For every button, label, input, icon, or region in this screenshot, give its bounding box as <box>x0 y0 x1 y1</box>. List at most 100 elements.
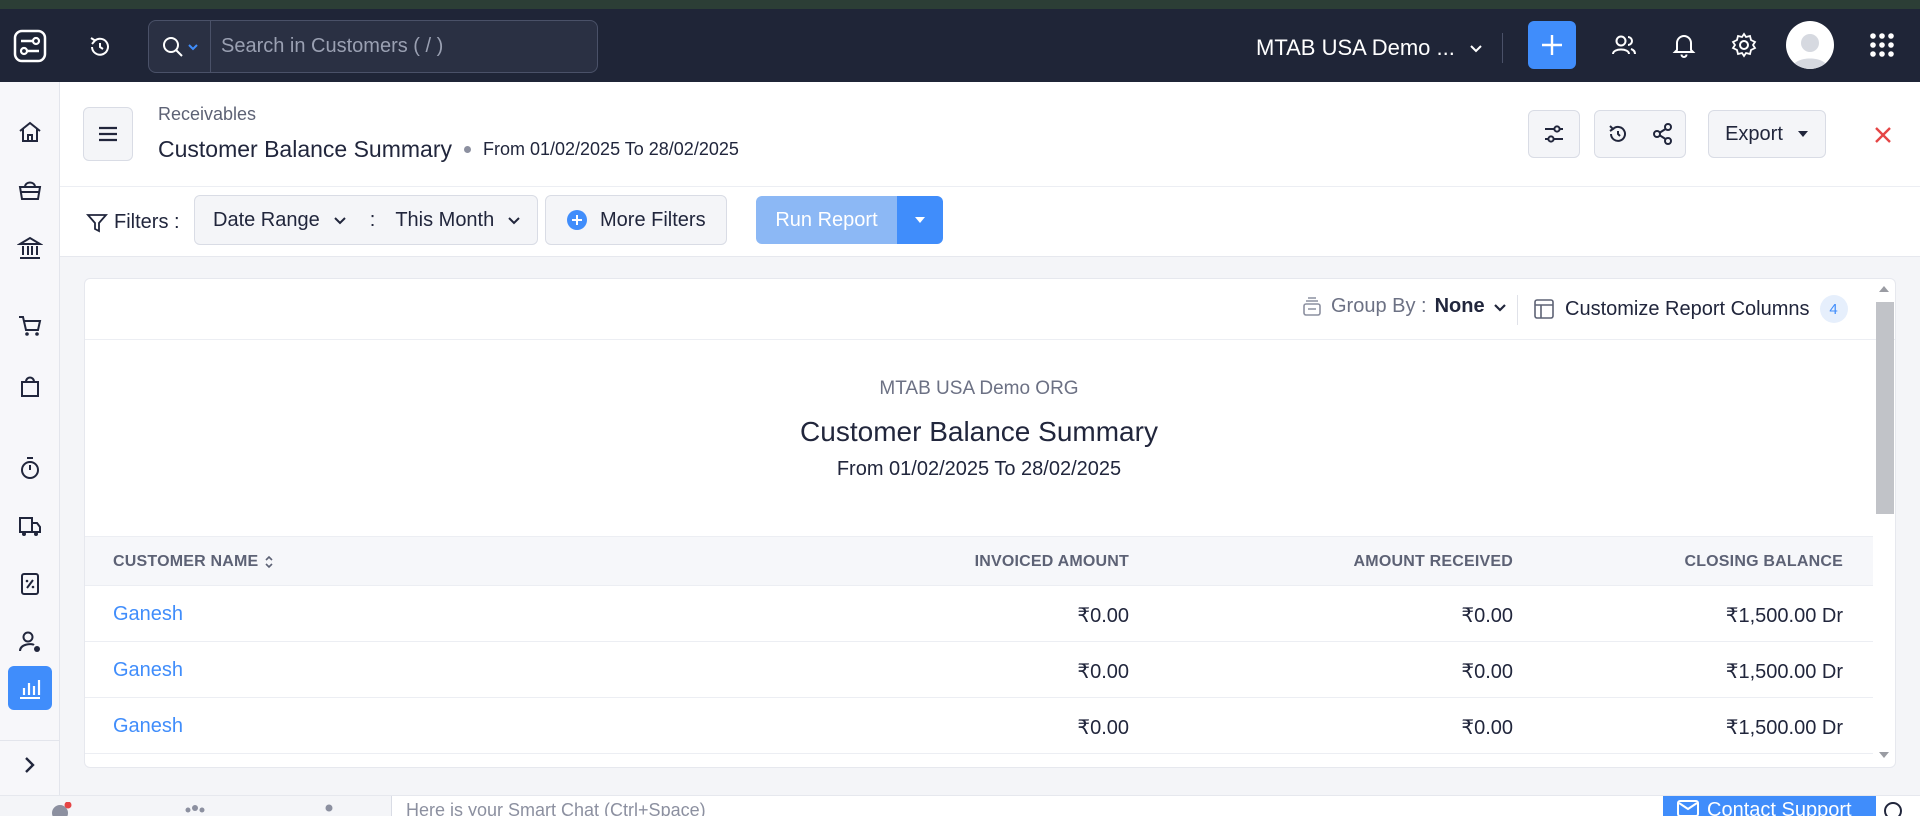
time-tracking-icon[interactable] <box>8 446 52 490</box>
group-by-label: Group By : <box>1331 295 1427 317</box>
breadcrumb[interactable]: Receivables <box>158 104 256 125</box>
search-icon[interactable] <box>1882 800 1906 816</box>
amount-received-cell: ₹0.00 <box>1461 661 1513 683</box>
expand-sidebar-button[interactable] <box>0 740 60 788</box>
banking-icon[interactable] <box>8 226 52 270</box>
filters-label-text: Filters : <box>114 211 180 233</box>
date-range-value: This Month <box>395 208 495 231</box>
column-header-customer-name[interactable]: CUSTOMER NAME <box>113 553 274 571</box>
report-options-button[interactable] <box>1528 110 1580 158</box>
channels-icon[interactable] <box>184 802 206 816</box>
notification-bell-icon[interactable] <box>1666 27 1702 63</box>
settings-gear-icon[interactable] <box>1726 27 1762 63</box>
invoiced-amount-cell: ₹0.00 <box>1077 661 1129 683</box>
scrollbar-thumb[interactable] <box>1876 302 1894 514</box>
page-title-text: Customer Balance Summary <box>158 136 452 162</box>
e-way-bill-icon[interactable] <box>8 504 52 548</box>
date-range-separator: : <box>369 208 376 231</box>
bottom-bar-shortcuts <box>0 796 392 816</box>
reports-chart-icon[interactable] <box>8 666 52 710</box>
column-header-closing-balance: CLOSING BALANCE <box>1684 553 1843 570</box>
customize-columns-button[interactable]: Customize Report Columns 4 <box>1533 295 1848 323</box>
customer-link[interactable]: Ganesh <box>113 659 183 682</box>
home-icon[interactable] <box>8 110 52 154</box>
chevron-down-icon <box>1493 303 1506 312</box>
customer-link[interactable]: Ganesh <box>113 603 183 626</box>
column-header-amount-received: AMOUNT RECEIVED <box>1353 553 1513 570</box>
top-navigation-bar: MTAB USA Demo ... <box>0 9 1920 82</box>
closing-balance-cell: ₹1,500.00 Dr <box>1725 605 1843 627</box>
apps-grid-icon[interactable] <box>1864 27 1900 63</box>
schedule-share-group <box>1594 110 1686 158</box>
caret-down-icon <box>1797 131 1808 137</box>
users-icon[interactable] <box>1606 27 1642 63</box>
quick-create-button[interactable] <box>1528 21 1576 69</box>
scroll-down-arrow[interactable] <box>1879 752 1889 758</box>
topbar-divider <box>1502 33 1503 63</box>
contact-support-button[interactable]: Contact Support <box>1663 796 1876 816</box>
table-row: Ganesh ₹0.00 ₹0.00 ₹1,500.00 Dr <box>85 586 1873 642</box>
contact-support-label: Contact Support <box>1707 799 1852 816</box>
bottom-bar: Here is your Smart Chat (Ctrl+Space) Con… <box>0 795 1920 816</box>
run-report-button[interactable]: Run Report <box>756 196 897 244</box>
chats-icon[interactable] <box>50 801 72 816</box>
schedule-report-icon[interactable] <box>1606 122 1630 146</box>
report-scrollbar[interactable] <box>1874 282 1894 766</box>
search-input[interactable] <box>221 35 581 58</box>
columns-layout-icon <box>1534 299 1554 319</box>
sliders-icon <box>1545 125 1563 143</box>
search-icon[interactable] <box>149 21 211 72</box>
accountant-icon[interactable] <box>8 620 52 664</box>
chevron-down-icon <box>508 217 520 225</box>
column-header-label: CUSTOMER NAME <box>113 553 259 570</box>
customize-columns-label: Customize Report Columns <box>1565 297 1810 320</box>
share-icon[interactable] <box>1651 122 1675 146</box>
tax-icon[interactable] <box>8 562 52 606</box>
title-separator-dot <box>464 146 471 153</box>
export-label: Export <box>1725 122 1783 145</box>
scroll-up-arrow[interactable] <box>1879 286 1889 292</box>
organization-switcher[interactable]: MTAB USA Demo ... <box>1256 35 1483 61</box>
report-title: Customer Balance Summary <box>800 416 1158 447</box>
more-filters-label: More Filters <box>600 208 706 231</box>
chevron-right-icon <box>25 756 35 773</box>
date-range-filter[interactable]: Date Range : This Month <box>194 195 538 245</box>
report-card: Group By : None Customize Report Columns… <box>84 278 1896 768</box>
mail-icon <box>1677 800 1699 816</box>
filters-label: Filters : <box>86 211 180 234</box>
hamburger-menu-icon <box>99 126 117 142</box>
report-table: CUSTOMER NAME INVOICED AMOUNT AMOUNT REC… <box>85 536 1873 754</box>
table-row: Ganesh ₹0.00 ₹0.00 ₹1,500.00 Dr <box>85 698 1873 754</box>
table-header: CUSTOMER NAME INVOICED AMOUNT AMOUNT REC… <box>85 536 1873 586</box>
invoiced-amount-cell: ₹0.00 <box>1077 605 1129 627</box>
chevron-down-icon <box>334 217 346 225</box>
sort-icon <box>265 555 273 569</box>
close-icon[interactable] <box>1868 120 1898 150</box>
recent-history-icon[interactable] <box>82 29 118 65</box>
report-header: Receivables Customer Balance Summary Fro… <box>60 82 1920 187</box>
add-icon <box>1542 35 1562 55</box>
app-logo-icon[interactable] <box>0 9 60 82</box>
report-heading: MTAB USA Demo ORG Customer Balance Summa… <box>85 340 1873 481</box>
contacts-icon[interactable] <box>318 802 340 816</box>
global-search-box[interactable] <box>148 20 598 73</box>
export-button[interactable]: Export <box>1708 110 1826 158</box>
user-avatar[interactable] <box>1786 21 1834 69</box>
amount-received-cell: ₹0.00 <box>1461 717 1513 739</box>
customer-link[interactable]: Ganesh <box>113 715 183 738</box>
items-basket-icon[interactable] <box>8 168 52 212</box>
smart-chat-input[interactable]: Here is your Smart Chat (Ctrl+Space) <box>406 800 706 816</box>
group-by-dropdown[interactable]: Group By : None <box>1301 295 1507 318</box>
search-scope-chevron-icon[interactable] <box>187 41 199 53</box>
reports-menu-button[interactable] <box>83 107 133 161</box>
sales-cart-icon[interactable] <box>8 304 52 348</box>
chevron-down-icon <box>1470 45 1482 53</box>
run-report-dropdown[interactable] <box>897 196 943 244</box>
more-filters-button[interactable]: More Filters <box>545 195 727 245</box>
filters-bar: Filters : Date Range : This Month More F… <box>60 187 1920 257</box>
amount-received-cell: ₹0.00 <box>1461 605 1513 627</box>
purchases-bag-icon[interactable] <box>8 364 52 408</box>
main-content: Receivables Customer Balance Summary Fro… <box>60 82 1920 816</box>
group-by-value: None <box>1434 295 1485 317</box>
add-circle-icon <box>567 210 587 230</box>
